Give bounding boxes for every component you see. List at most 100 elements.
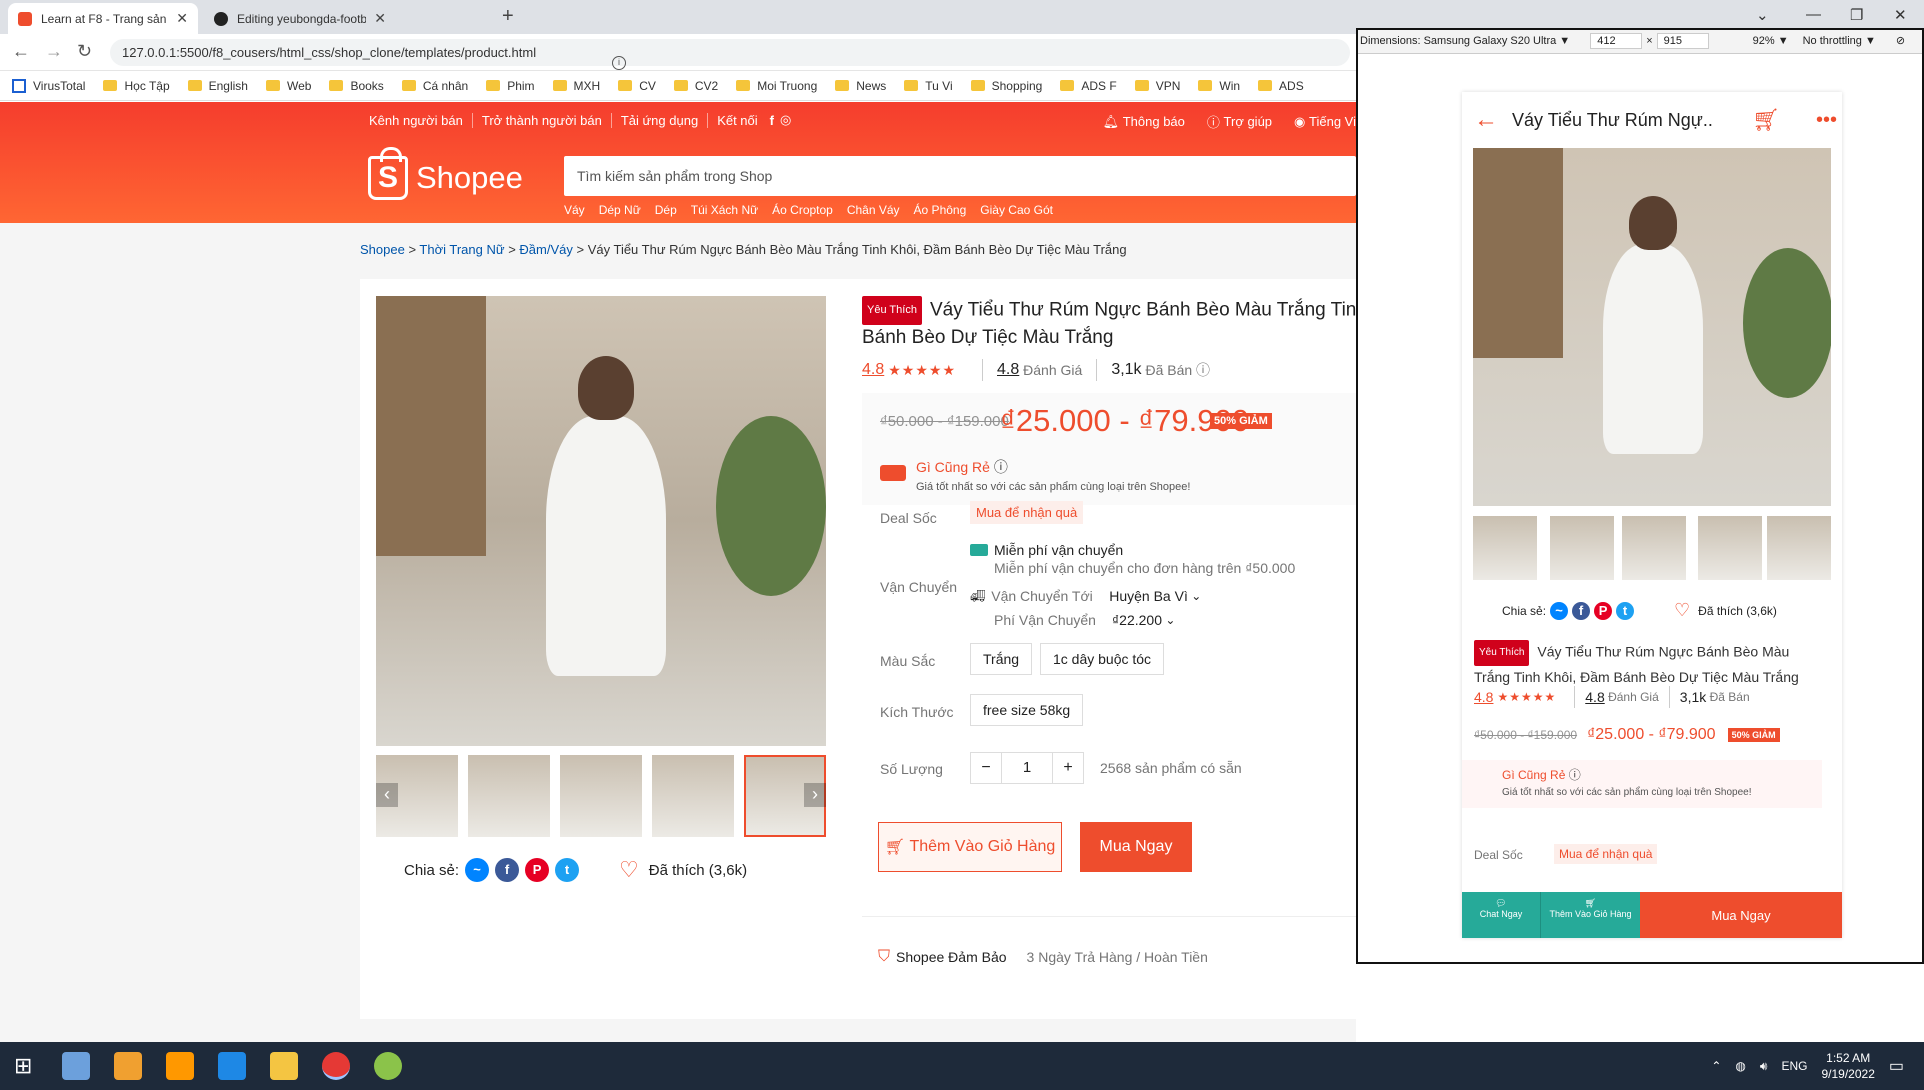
facebook-share-icon[interactable]: f bbox=[495, 858, 520, 882]
bookmark-folder[interactable]: Phim bbox=[486, 79, 535, 93]
color-option[interactable]: Trắng bbox=[970, 643, 1033, 675]
tab-editing[interactable]: Editing yeubongda-football-news ✕ bbox=[204, 3, 396, 34]
review-count[interactable]: 4.8 bbox=[997, 361, 1019, 379]
app-icon[interactable] bbox=[374, 1052, 403, 1080]
bookmark-folder[interactable]: CV2 bbox=[673, 79, 718, 93]
chrome-icon[interactable] bbox=[322, 1052, 351, 1080]
keyword-link[interactable]: Dép bbox=[655, 203, 677, 217]
mobile-thumbnail[interactable] bbox=[1550, 516, 1614, 580]
quantity-input[interactable]: 1 bbox=[1002, 752, 1052, 784]
bookmark-folder[interactable]: Books bbox=[329, 79, 384, 93]
language-link[interactable]: ◉ Tiếng Vi bbox=[1294, 114, 1356, 130]
keyword-link[interactable]: Dép Nữ bbox=[599, 203, 641, 217]
bookmark-folder[interactable]: MXH bbox=[552, 79, 600, 93]
question-icon[interactable]: ⓘ bbox=[994, 459, 1008, 475]
heart-icon[interactable]: ♡ bbox=[1674, 600, 1690, 621]
pinterest-icon[interactable]: P bbox=[1594, 601, 1613, 620]
more-icon[interactable]: ••• bbox=[1816, 109, 1837, 132]
twitter-icon[interactable]: t bbox=[1616, 601, 1635, 620]
instagram-icon[interactable]: ◎ bbox=[777, 112, 794, 128]
tab-search-icon[interactable]: ⌄ bbox=[1756, 6, 1769, 24]
keyword-link[interactable]: Váy bbox=[564, 203, 585, 217]
increase-button[interactable]: + bbox=[1052, 752, 1084, 784]
question-icon[interactable]: ⓘ bbox=[1196, 360, 1210, 380]
seller-channel-link[interactable]: Kênh người bán bbox=[360, 112, 473, 128]
chevron-down-icon[interactable]: ⌄ bbox=[1165, 613, 1175, 627]
file-explorer-icon[interactable] bbox=[270, 1052, 299, 1080]
language-indicator[interactable]: ENG bbox=[1781, 1059, 1807, 1073]
bookmark-folder[interactable]: News bbox=[835, 79, 886, 93]
pinterest-icon[interactable]: P bbox=[525, 858, 550, 882]
next-thumb-icon[interactable]: › bbox=[804, 783, 826, 807]
close-window-icon[interactable]: ✕ bbox=[1894, 6, 1907, 24]
decrease-button[interactable]: − bbox=[970, 752, 1002, 784]
bookmark-folder[interactable]: Học Tập bbox=[103, 79, 170, 93]
size-option[interactable]: free size 58kg bbox=[970, 694, 1084, 726]
close-tab-icon[interactable]: ✕ bbox=[176, 10, 188, 27]
bookmark-folder[interactable]: CV bbox=[618, 79, 656, 93]
keyword-link[interactable]: Túi Xách Nữ bbox=[691, 203, 758, 217]
bookmark-folder[interactable]: Cá nhân bbox=[401, 79, 468, 93]
site-info-icon[interactable]: i bbox=[612, 56, 626, 70]
become-seller-link[interactable]: Trở thành người bán bbox=[473, 112, 612, 128]
buy-now-button[interactable]: Mua Ngay bbox=[1080, 822, 1192, 872]
chevron-up-icon[interactable]: ⌃ bbox=[1711, 1059, 1721, 1073]
bookmark-folder[interactable]: Tu Vi bbox=[904, 79, 953, 93]
deal-value[interactable]: Mua để nhận quà bbox=[1554, 844, 1658, 864]
facebook-icon[interactable]: f bbox=[767, 113, 777, 128]
bookmark-folder[interactable]: Win bbox=[1198, 79, 1240, 93]
prev-thumb-icon[interactable]: ‹ bbox=[376, 783, 398, 807]
keyword-link[interactable]: Giày Cao Gót bbox=[980, 203, 1053, 217]
rating-value[interactable]: 4.8 bbox=[862, 361, 884, 379]
product-main-image[interactable] bbox=[376, 296, 826, 746]
chat-now-button[interactable]: 💬︎ Chat Ngay bbox=[1462, 892, 1540, 938]
messenger-icon[interactable]: ~ bbox=[1550, 601, 1569, 620]
chevron-down-icon[interactable]: ⌄ bbox=[1191, 589, 1201, 603]
heart-icon[interactable]: ♡ bbox=[619, 857, 639, 883]
clock[interactable]: 1:52 AM 9/19/2022 bbox=[1821, 1050, 1874, 1082]
add-to-cart-button[interactable]: 🛒︎ Thêm Vào Giỏ Hàng bbox=[878, 822, 1062, 872]
mobile-thumbnail[interactable] bbox=[1473, 516, 1537, 580]
cart-icon[interactable]: 🛒︎ bbox=[1752, 107, 1780, 133]
thumbnail[interactable] bbox=[652, 755, 734, 837]
sublime-icon[interactable] bbox=[166, 1052, 195, 1080]
minimize-icon[interactable]: — bbox=[1806, 6, 1821, 23]
shopee-logo[interactable]: S Shopee bbox=[368, 147, 523, 200]
keyword-link[interactable]: Áo Phông bbox=[914, 203, 967, 217]
restore-icon[interactable]: ❐ bbox=[1850, 6, 1863, 24]
color-option[interactable]: 1c dây buộc tóc bbox=[1040, 643, 1165, 675]
xampp-icon[interactable] bbox=[114, 1052, 143, 1080]
network-icon[interactable]: ◍ bbox=[1735, 1059, 1745, 1073]
bookmark-folder[interactable]: Web bbox=[265, 79, 311, 93]
breadcrumb-link[interactable]: Shopee bbox=[360, 242, 405, 257]
ship-to-value[interactable]: Huyện Ba Vì bbox=[1109, 588, 1188, 604]
mobile-thumbnail[interactable] bbox=[1698, 516, 1762, 580]
review-count[interactable]: 4.8 bbox=[1585, 689, 1604, 705]
question-icon[interactable]: ⓘ bbox=[1569, 768, 1581, 782]
bookmark-folder[interactable]: Moi Truong bbox=[736, 79, 817, 93]
mobile-main-image[interactable] bbox=[1473, 148, 1831, 506]
new-tab-icon[interactable]: + bbox=[502, 5, 514, 28]
bookmark-virustotal[interactable]: VirusTotal bbox=[12, 78, 85, 93]
mobile-buy-now-button[interactable]: Mua Ngay bbox=[1640, 892, 1842, 938]
thumbnail[interactable] bbox=[560, 755, 642, 837]
bookmark-folder[interactable]: VPN bbox=[1134, 79, 1180, 93]
mobile-thumbnail[interactable] bbox=[1767, 516, 1831, 580]
rating-value[interactable]: 4.8 bbox=[1474, 689, 1493, 705]
mobile-add-cart-button[interactable]: 🛒︎ Thêm Vào Giỏ Hàng bbox=[1540, 892, 1640, 938]
forward-icon[interactable]: → bbox=[45, 41, 63, 62]
thumbnail[interactable] bbox=[468, 755, 550, 837]
windows-start-icon[interactable]: ⊞ bbox=[14, 1053, 32, 1079]
keyword-link[interactable]: Áo Croptop bbox=[772, 203, 833, 217]
keyword-link[interactable]: Chân Váy bbox=[847, 203, 900, 217]
vscode-icon[interactable] bbox=[218, 1052, 247, 1080]
volume-icon[interactable]: 🔊︎ bbox=[1760, 1059, 1768, 1074]
app-icon[interactable] bbox=[62, 1052, 91, 1080]
bookmark-folder[interactable]: English bbox=[187, 79, 248, 93]
bookmark-folder[interactable]: ADS F bbox=[1060, 79, 1117, 93]
reload-icon[interactable]: ↻ bbox=[77, 41, 92, 62]
close-tab-icon[interactable]: ✕ bbox=[374, 10, 386, 27]
back-arrow-icon[interactable]: ← bbox=[1474, 106, 1498, 134]
notification-link[interactable]: 🔔︎ Thông báo bbox=[1103, 114, 1185, 130]
search-input[interactable]: Tìm kiếm sản phẩm trong Shop bbox=[564, 156, 1356, 196]
